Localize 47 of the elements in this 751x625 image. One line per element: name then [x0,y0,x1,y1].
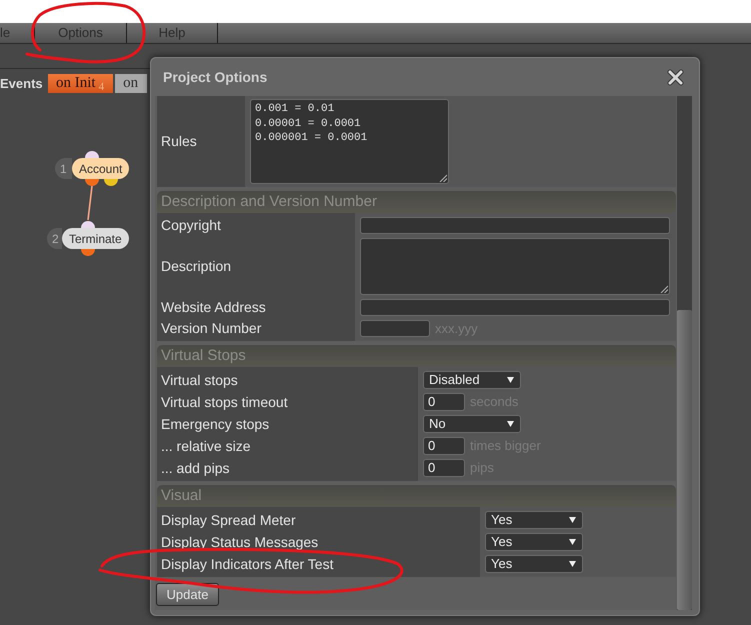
field-label: Copyright [157,213,355,236]
text-input[interactable] [360,217,670,234]
text-input[interactable] [360,299,670,316]
section-header: Visual [157,485,676,507]
scrollbar[interactable] [677,96,692,610]
node-number: 1 [55,158,72,179]
flow-node[interactable]: Account [72,158,130,179]
text-input[interactable] [360,320,430,337]
number-input[interactable]: 0 [423,437,465,455]
event-tab[interactable]: on [115,74,148,93]
caret-icon [507,377,514,383]
section-header: Virtual Stops [157,345,676,367]
number-input[interactable]: 0 [423,393,465,411]
dialog-button[interactable]: Update [156,583,219,606]
node-number: 2 [47,228,62,249]
dropdown-select[interactable]: Yes [485,555,583,573]
events-label: Events [0,74,44,93]
number-input[interactable]: 0 [423,459,465,477]
field-label: Virtual stops timeout [157,391,418,413]
dropdown-select[interactable]: Yes [485,511,583,529]
field-label: Website Address [157,297,355,318]
caret-icon [569,561,576,567]
text-area[interactable]: 0.001 = 0.01 0.00001 = 0.0001 0.000001 = 0.0001 [250,99,449,184]
close-icon[interactable] [667,68,684,86]
resize-grip-icon[interactable] [660,285,668,293]
section-header: Description and Version Number [157,191,676,213]
dropdown-select[interactable]: Yes [485,533,583,551]
caret-icon [569,539,576,545]
field-label: Version Number [157,318,355,341]
field-label: Rules [157,96,245,187]
field-label: Display Indicators After Test [157,553,480,577]
flow-node[interactable]: Terminate [62,228,129,249]
dialog-title: Project Options [163,68,268,87]
caret-icon [569,517,576,523]
connector-line [87,186,93,220]
dropdown-select[interactable]: No [423,415,521,433]
field-label: Description [157,236,355,297]
dropdown-select[interactable]: Disabled [423,371,521,389]
scrollbar-thumb[interactable] [677,310,692,610]
resize-grip-icon[interactable] [439,174,447,182]
field-label: Display Spread Meter [157,507,480,531]
field-label: Emergency stops [157,413,418,435]
caret-icon [507,421,514,427]
field-label: Virtual stops [157,367,418,391]
field-label: Display Status Messages [157,531,480,553]
field-label: ... add pips [157,457,418,481]
field-label: ... relative size [157,435,418,457]
